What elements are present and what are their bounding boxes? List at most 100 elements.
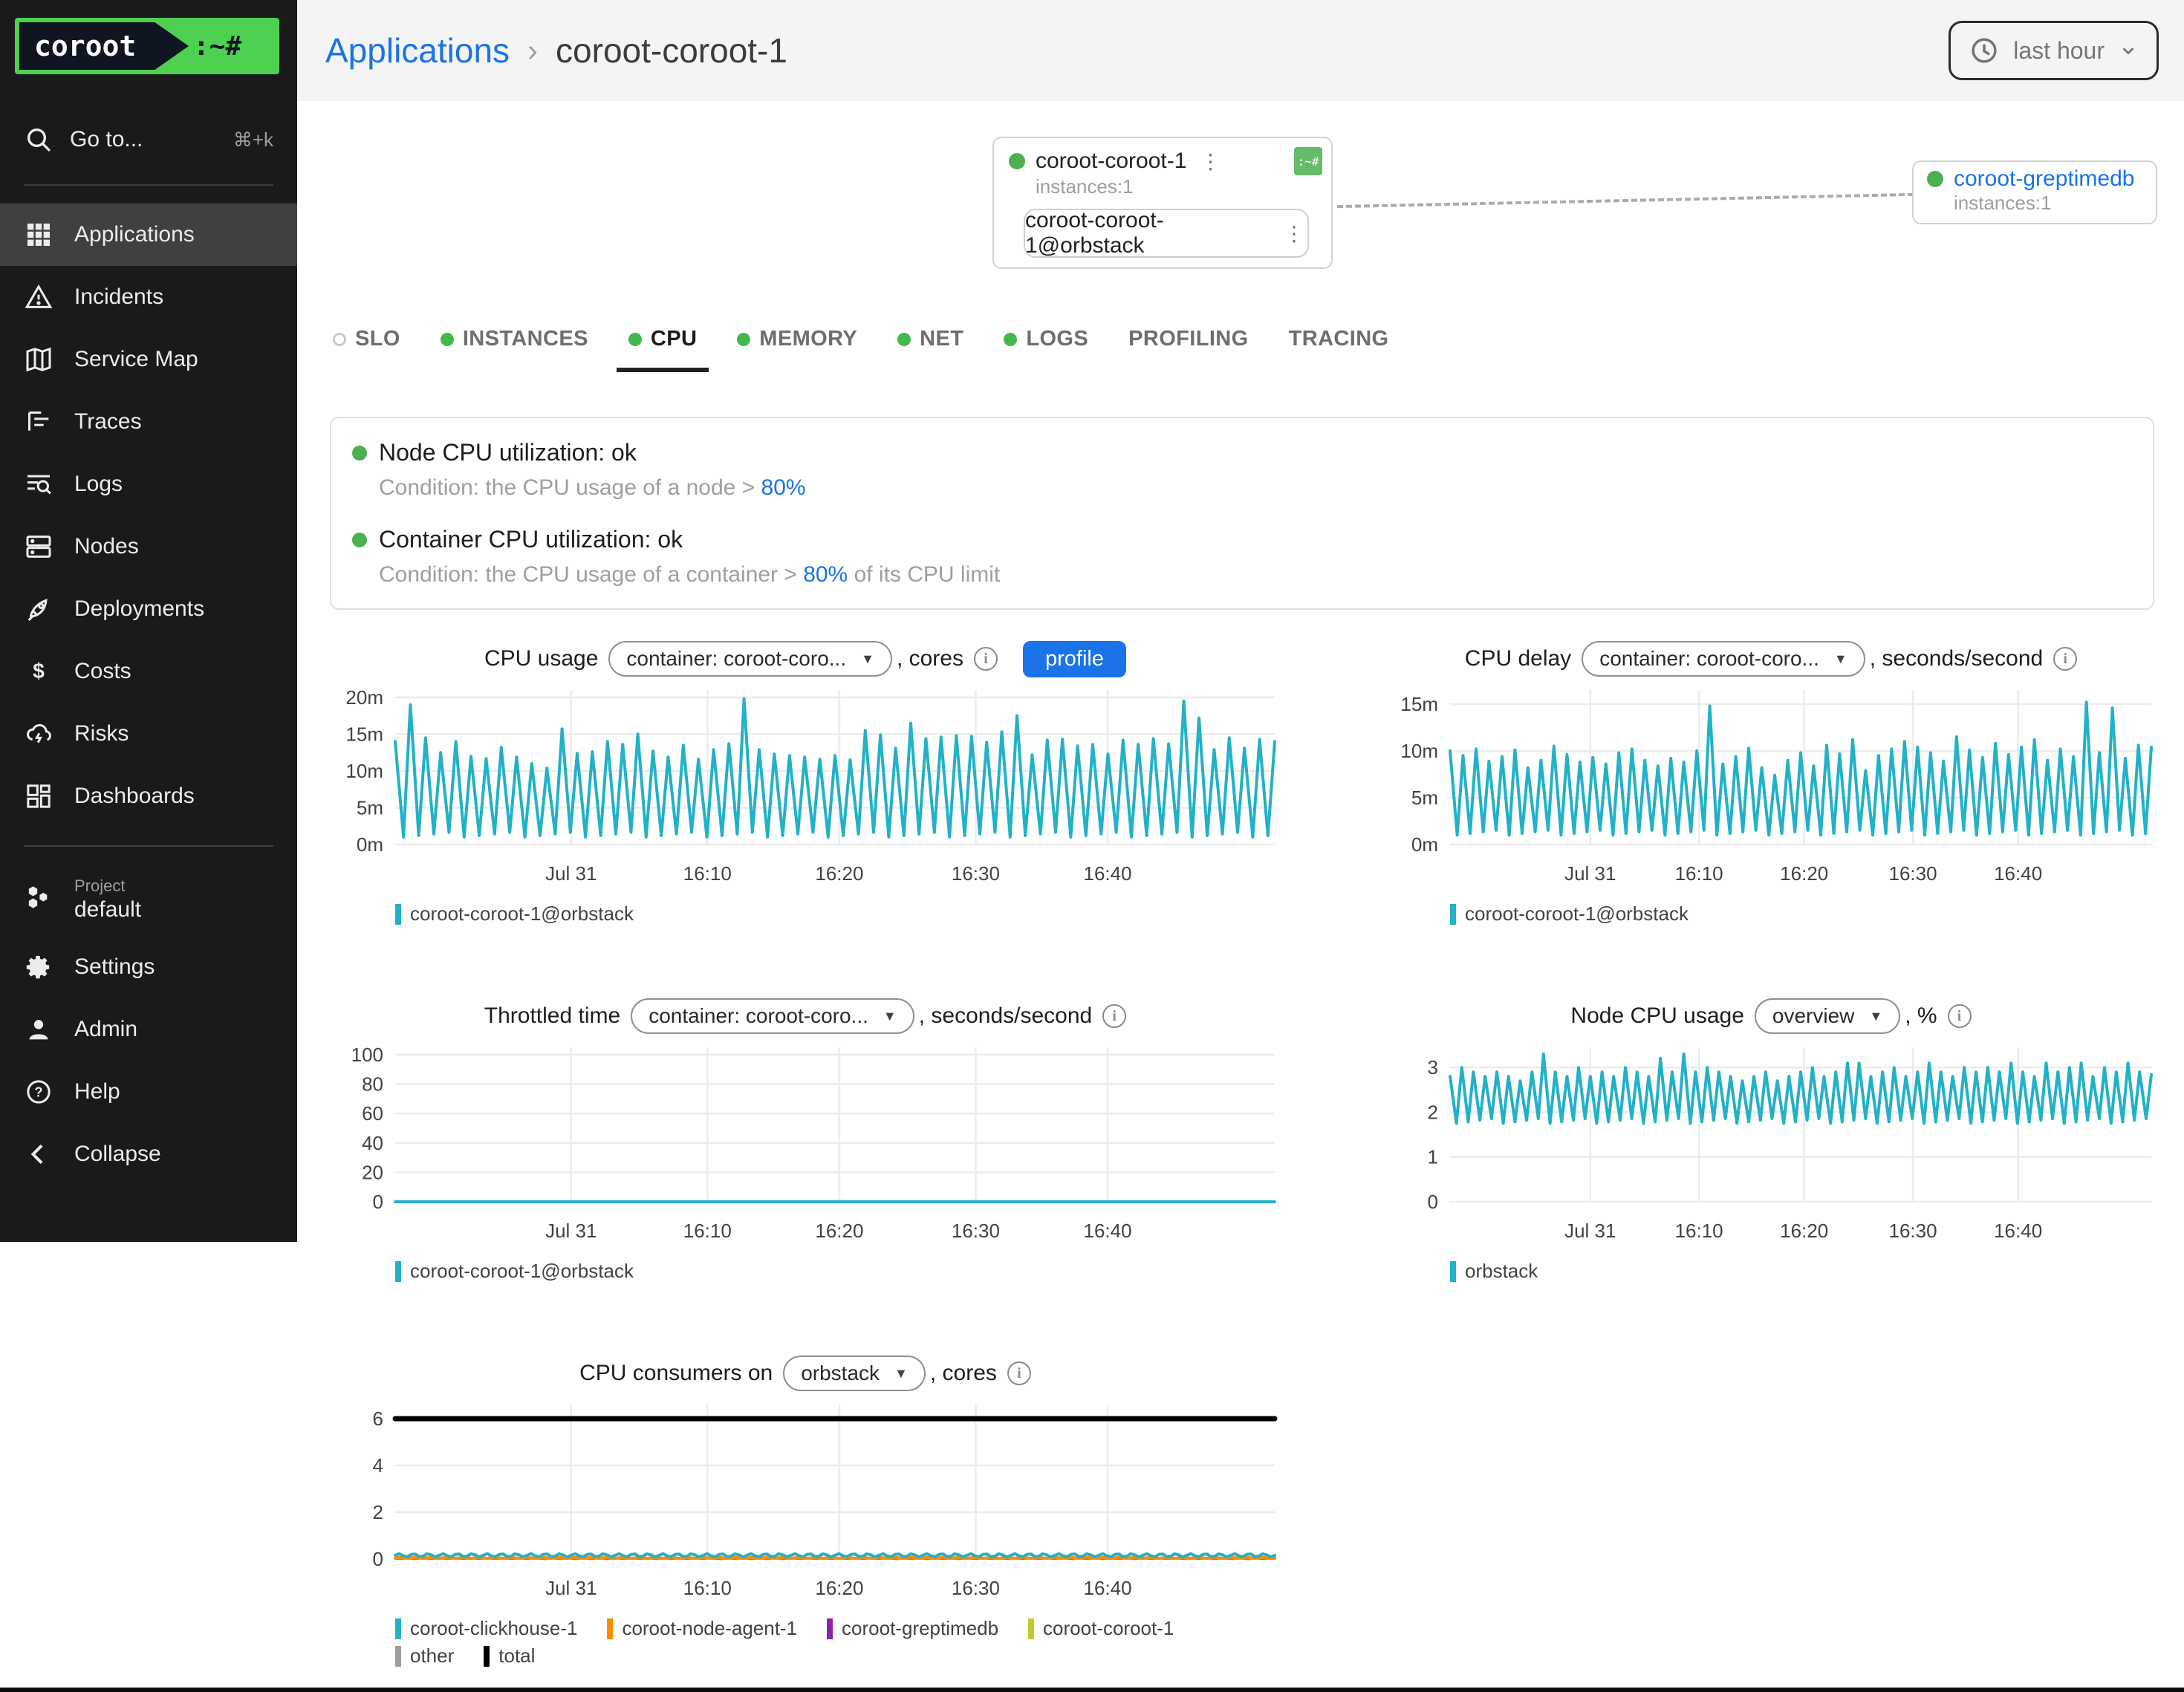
legend-item[interactable]: coroot-coroot-1@orbstack (1450, 902, 1689, 925)
svg-text:16:30: 16:30 (952, 862, 1000, 885)
svg-text:0m: 0m (357, 833, 383, 856)
svg-text:80: 80 (362, 1073, 383, 1096)
kebab-icon[interactable]: ⋮ (1197, 149, 1223, 174)
view-selector-dropdown[interactable]: overview▼ (1755, 998, 1900, 1034)
sidebar-item-traces[interactable]: Traces (0, 391, 297, 453)
info-icon[interactable]: i (1007, 1361, 1031, 1385)
sidebar-item-collapse[interactable]: Collapse (0, 1123, 297, 1185)
info-icon[interactable]: i (974, 647, 998, 671)
info-icon[interactable]: i (1948, 1004, 1972, 1028)
legend-item[interactable]: total (484, 1644, 535, 1667)
svg-text:Jul 31: Jul 31 (1564, 862, 1616, 885)
svg-text:16:10: 16:10 (683, 1220, 732, 1242)
legend-marker (395, 1261, 401, 1282)
apps-grid-icon (24, 220, 53, 250)
svg-text:5m: 5m (1411, 787, 1438, 809)
logo-wordmark: coroot (19, 22, 189, 70)
sidebar-item-logs[interactable]: Logs (0, 453, 297, 515)
chart-cpu-consumers: CPU consumers on orbstack▼ , cores i 024… (330, 1354, 1281, 1667)
tab-net[interactable]: NET (897, 315, 963, 372)
svg-text:16:30: 16:30 (952, 1577, 1000, 1599)
svg-text:?: ? (34, 1084, 42, 1100)
tab-status-dot (737, 333, 750, 346)
tab-slo[interactable]: SLO (333, 315, 400, 372)
svg-text:16:10: 16:10 (683, 1577, 732, 1599)
upstream-node-card: coroot-greptimedb instances:1 (1912, 160, 2157, 224)
sidebar-item-applications[interactable]: Applications (0, 204, 297, 266)
sidebar-item-project[interactable]: Project default (0, 865, 297, 936)
help-circle-icon: ? (24, 1077, 53, 1107)
node-selector-dropdown[interactable]: orbstack▼ (783, 1356, 926, 1391)
svg-text:0m: 0m (1411, 833, 1438, 856)
caret-down-icon: ▼ (894, 1366, 908, 1382)
threshold-link[interactable]: 80% (761, 475, 806, 500)
map-icon (24, 345, 53, 374)
sidebar-item-costs[interactable]: $Costs (0, 640, 297, 703)
chevron-down-icon (2118, 40, 2139, 61)
tab-memory[interactable]: MEMORY (737, 315, 857, 372)
legend-item[interactable]: coroot-coroot-1 (1028, 1617, 1174, 1640)
svg-text:16:40: 16:40 (1084, 1220, 1132, 1242)
legend-item[interactable]: coroot-coroot-1@orbstack (395, 902, 634, 925)
time-range-value: last hour (2013, 37, 2105, 65)
tab-tracing[interactable]: TRACING (1289, 315, 1389, 372)
legend-item[interactable]: coroot-greptimedb (827, 1617, 998, 1640)
container-selector-dropdown[interactable]: container: coroot-coro...▼ (608, 641, 892, 677)
check-condition: Condition: the CPU usage of a node > 80% (379, 475, 2129, 501)
threshold-link[interactable]: 80% (803, 562, 848, 587)
chart-node-cpu-usage: Node CPU usage overview▼ , % i 0123Jul 3… (1385, 997, 2157, 1283)
tab-cpu[interactable]: CPU (628, 315, 697, 372)
legend-item[interactable]: coroot-clickhouse-1 (395, 1617, 577, 1640)
legend-item[interactable]: coroot-node-agent-1 (607, 1617, 797, 1640)
svg-text:16:20: 16:20 (815, 1220, 863, 1242)
sidebar-item-dashboards[interactable]: Dashboards (0, 765, 297, 827)
sidebar-item-help[interactable]: ?Help (0, 1061, 297, 1123)
clock-icon (1969, 35, 2000, 66)
kebab-icon[interactable]: ⋮ (1281, 221, 1307, 246)
info-icon[interactable]: i (2053, 647, 2077, 671)
check-status-dot (352, 446, 367, 461)
instance-chip[interactable]: coroot-coroot-1@orbstack ⋮ (1024, 209, 1309, 258)
breadcrumb-applications[interactable]: Applications (325, 30, 510, 71)
svg-text:0: 0 (373, 1548, 383, 1570)
svg-text:10m: 10m (1400, 740, 1438, 762)
go-to-search[interactable]: Go to... ⌘+k (0, 113, 297, 166)
container-selector-dropdown[interactable]: container: coroot-coro...▼ (631, 998, 914, 1034)
info-icon[interactable]: i (1102, 1004, 1126, 1028)
svg-text:16:40: 16:40 (1084, 1577, 1132, 1599)
chart-cpu-delay: CPU delay container: coroot-coro...▼ , s… (1385, 640, 2157, 925)
time-range-picker[interactable]: last hour (1949, 21, 2159, 80)
tab-logs[interactable]: LOGS (1004, 315, 1088, 372)
legend-marker (1450, 904, 1456, 925)
profile-button[interactable]: profile (1023, 641, 1126, 677)
svg-text:15m: 15m (345, 723, 383, 745)
caret-down-icon: ▼ (883, 1009, 897, 1024)
throttled-time-plot: 020406080100Jul 3116:1016:2016:3016:40 (330, 1035, 1281, 1251)
tab-profiling[interactable]: PROFILING (1128, 315, 1249, 372)
tab-status-dot (1004, 333, 1017, 346)
breadcrumb-chevron-icon: › (527, 33, 538, 68)
legend-marker (827, 1618, 833, 1639)
container-selector-dropdown[interactable]: container: coroot-coro...▼ (1582, 641, 1865, 677)
node-cpu-usage-plot: 0123Jul 3116:1016:2016:3016:40 (1385, 1035, 2157, 1251)
caret-down-icon: ▼ (1869, 1009, 1882, 1024)
legend-item[interactable]: other (395, 1644, 454, 1667)
legend-item[interactable]: orbstack (1450, 1260, 1538, 1283)
check-condition: Condition: the CPU usage of a container … (379, 562, 2129, 588)
sidebar-item-settings[interactable]: Settings (0, 936, 297, 998)
sidebar-item-incidents[interactable]: Incidents (0, 266, 297, 328)
svg-text:2: 2 (1428, 1101, 1438, 1123)
upstream-name-link[interactable]: coroot-greptimedb (1954, 166, 2134, 192)
tab-instances[interactable]: INSTANCES (441, 315, 588, 372)
sidebar-item-admin[interactable]: Admin (0, 998, 297, 1061)
storm-cloud-icon (24, 719, 53, 749)
logs-search-icon (24, 469, 53, 499)
coroot-logo[interactable]: coroot :~# (15, 18, 279, 74)
audit-checks-panel: Node CPU utilization: ok Condition: the … (330, 417, 2154, 610)
breadcrumb-current: coroot-coroot-1 (556, 30, 787, 71)
sidebar-item-nodes[interactable]: Nodes (0, 515, 297, 578)
sidebar-item-service-map[interactable]: Service Map (0, 328, 297, 391)
sidebar-item-deployments[interactable]: Deployments (0, 578, 297, 640)
sidebar-item-risks[interactable]: Risks (0, 703, 297, 765)
legend-item[interactable]: coroot-coroot-1@orbstack (395, 1260, 634, 1283)
